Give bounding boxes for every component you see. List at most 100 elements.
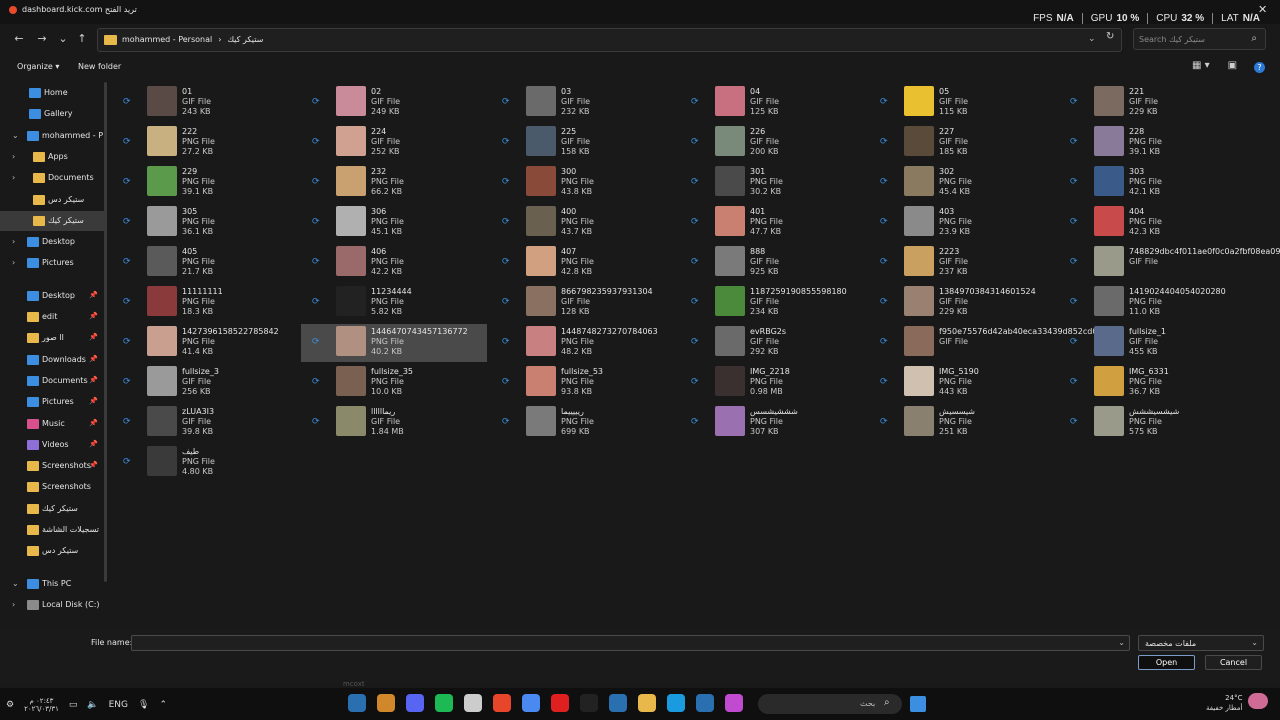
search-input[interactable]: Search ستيكر كيك (1139, 35, 1205, 44)
file-item[interactable]: ⟳ 11234444 PNG File 5.82 KB (301, 284, 487, 322)
file-item[interactable]: ⟳ fullsize_3 GIF File 256 KB (112, 364, 298, 402)
chevron-down-icon[interactable]: ⌄ (1088, 34, 1096, 44)
file-type-select[interactable]: ملفات مخصصة ⌄ (1138, 635, 1264, 651)
file-item[interactable]: ⟳ 2223 GIF File 237 KB (869, 244, 1055, 282)
taskbar-app-icon[interactable] (348, 694, 366, 712)
sidebar-item[interactable]: › Pictures (0, 253, 106, 273)
sidebar-item[interactable]: Music 📌 (0, 414, 106, 434)
taskbar-app-icon[interactable] (406, 694, 424, 712)
taskbar-app-icon[interactable] (464, 694, 482, 712)
file-item[interactable]: ⟳ 221 GIF File 229 KB (1059, 84, 1245, 122)
refresh-button[interactable]: ↻ (1106, 31, 1114, 42)
file-item[interactable]: ⟳ 222 PNG File 27.2 KB (112, 124, 298, 162)
sidebar-item[interactable]: Screenshots (0, 477, 106, 497)
file-item[interactable]: ⟳ 400 PNG File 43.7 KB (491, 204, 677, 242)
file-item[interactable]: ⟳ 1448748273270784063 PNG File 48.2 KB (491, 324, 677, 362)
sidebar-item[interactable]: › Local Disk (C:) (0, 595, 106, 615)
microphone-icon[interactable]: 🎙 (138, 700, 149, 710)
file-item[interactable]: ⟳ evRBG2s GIF File 292 KB (680, 324, 866, 362)
file-item[interactable]: ⟳ fullsize_35 PNG File 10.0 KB (301, 364, 487, 402)
chevron-right-icon[interactable]: › (12, 173, 15, 182)
file-item[interactable]: ⟳ 225 GIF File 158 KB (491, 124, 677, 162)
sidebar-item[interactable]: Desktop 📌 (0, 286, 106, 306)
taskbar-app-icon[interactable] (638, 694, 656, 712)
file-item[interactable]: ⟳ f950e75576d42ab40eca33439d852cd0 GIF Fil… (869, 324, 1097, 362)
file-item[interactable]: ⟳ 300 PNG File 43.8 KB (491, 164, 677, 202)
taskbar-app-icon[interactable] (522, 694, 540, 712)
file-item[interactable]: ⟳ 1187259190855598180 GIF File 234 KB (680, 284, 866, 322)
file-item[interactable]: ⟳ 11111111 PNG File 18.3 KB (112, 284, 298, 322)
change-view-icon[interactable]: ▦ ▾ (1192, 60, 1210, 71)
file-item[interactable]: ⟳ 228 PNG File 39.1 KB (1059, 124, 1245, 162)
volume-icon[interactable]: 🔈 (87, 700, 98, 710)
sidebar-item[interactable]: ستيكر دس (0, 190, 106, 210)
file-item[interactable]: ⟳ 04 GIF File 125 KB (680, 84, 866, 122)
file-item[interactable]: ⟳ 1384970384314601524 GIF File 229 KB (869, 284, 1055, 322)
file-item[interactable]: ⟳ شيسسيش PNG File 251 KB (869, 404, 1055, 442)
file-item[interactable]: ⟳ zLUA3I3 GIF File 39.8 KB (112, 404, 298, 442)
search-box[interactable]: Search ستيكر كيك ⌕ (1133, 28, 1266, 50)
file-item[interactable]: ⟳ 401 PNG File 47.7 KB (680, 204, 866, 242)
file-item[interactable]: ⟳ 306 PNG File 45.1 KB (301, 204, 487, 242)
taskbar-app-icon[interactable] (667, 694, 685, 712)
file-item[interactable]: ⟳ 03 GIF File 232 KB (491, 84, 677, 122)
file-item[interactable]: ⟳ 405 PNG File 21.7 KB (112, 244, 298, 282)
network-icon[interactable]: ▭ (69, 700, 78, 710)
file-item[interactable]: ⟳ 1427396158522785842 PNG File 41.4 KB (112, 324, 298, 362)
language-indicator[interactable]: ENG (109, 700, 128, 710)
sidebar-item[interactable]: Home (0, 83, 106, 103)
file-item[interactable]: ⟳ ريييييما PNG File 699 KB (491, 404, 677, 442)
open-button[interactable]: Open (1138, 655, 1195, 670)
file-item[interactable]: ⟳ 866798235937931304 GIF File 128 KB (491, 284, 677, 322)
up-button[interactable]: ↑ (74, 32, 90, 46)
file-item[interactable]: ⟳ 403 PNG File 23.9 KB (869, 204, 1055, 242)
start-button[interactable] (910, 696, 926, 712)
cancel-button[interactable]: Cancel (1205, 655, 1262, 670)
taskbar-app-icon[interactable] (377, 694, 395, 712)
file-item[interactable]: ⟳ 227 GIF File 185 KB (869, 124, 1055, 162)
file-item[interactable]: ⟳ 226 GIF File 200 KB (680, 124, 866, 162)
sidebar-item[interactable]: edit 📌 (0, 307, 106, 327)
chevron-down-icon[interactable]: ⌄ (12, 579, 19, 588)
chevron-down-icon[interactable]: ⌄ (12, 131, 19, 140)
file-item[interactable]: ⟳ 232 PNG File 66.2 KB (301, 164, 487, 202)
file-item[interactable]: ⟳ 224 GIF File 252 KB (301, 124, 487, 162)
file-item[interactable]: ⟳ 303 PNG File 42.1 KB (1059, 164, 1245, 202)
sidebar-item[interactable]: Videos 📌 (0, 435, 106, 455)
taskbar-app-icon[interactable] (725, 694, 743, 712)
file-item[interactable]: ⟳ 05 GIF File 115 KB (869, 84, 1055, 122)
file-item[interactable]: ⟳ fullsize_1 GIF File 455 KB (1059, 324, 1245, 362)
breadcrumb-item[interactable]: mohammed - Personal (122, 35, 212, 44)
file-item[interactable]: ⟳ 1446470743457136772 PNG File 40.2 KB (301, 324, 487, 362)
file-item[interactable]: ⟳ 229 PNG File 39.1 KB (112, 164, 298, 202)
sidebar-item[interactable]: ⌄ mohammed - P (0, 126, 106, 146)
sidebar-item[interactable]: Downloads 📌 (0, 350, 106, 370)
file-item[interactable]: ⟳ 1419024404054020280 PNG File 11.0 KB (1059, 284, 1245, 322)
sidebar-scrollbar[interactable] (104, 82, 107, 582)
taskbar-app-icon[interactable] (580, 694, 598, 712)
taskbar-app-icon[interactable] (551, 694, 569, 712)
file-item[interactable]: ⟳ fullsize_53 PNG File 93.8 KB (491, 364, 677, 402)
chevron-right-icon[interactable]: › (12, 237, 15, 246)
taskbar-search-input[interactable]: بحث (860, 699, 875, 708)
sidebar-item[interactable]: › Documents (0, 168, 106, 188)
sidebar-item[interactable]: تسجيلات الشاشة (0, 520, 106, 540)
chevron-right-icon[interactable]: › (12, 152, 15, 161)
file-item[interactable]: ⟳ 407 PNG File 42.8 KB (491, 244, 677, 282)
file-item[interactable]: ⟳ شيشسيششش PNG File 575 KB (1059, 404, 1245, 442)
sidebar-item[interactable]: ستيكر كيك (0, 499, 106, 519)
file-item[interactable]: ⟳ 02 GIF File 249 KB (301, 84, 487, 122)
file-item[interactable]: ⟳ طيف PNG File 4.80 KB (112, 444, 298, 482)
sidebar-item[interactable]: ⌄ This PC (0, 574, 106, 594)
sidebar-item[interactable]: Gallery (0, 104, 106, 124)
file-item[interactable]: ⟳ IMG_6331 PNG File 36.7 KB (1059, 364, 1245, 402)
help-button[interactable]: ? (1254, 62, 1265, 73)
organize-button[interactable]: Organize ▾ (17, 62, 59, 71)
sidebar-item[interactable]: Screenshots 📌 (0, 456, 106, 476)
breadcrumb-item[interactable]: ستيكر كيك (227, 35, 263, 44)
file-item[interactable]: ⟳ 301 PNG File 30.2 KB (680, 164, 866, 202)
taskbar-app-icon[interactable] (609, 694, 627, 712)
chevron-down-icon[interactable]: ⌄ (1118, 638, 1125, 647)
sidebar-item[interactable]: › Apps (0, 147, 106, 167)
sidebar-item[interactable]: صور ll 📌 (0, 328, 106, 348)
